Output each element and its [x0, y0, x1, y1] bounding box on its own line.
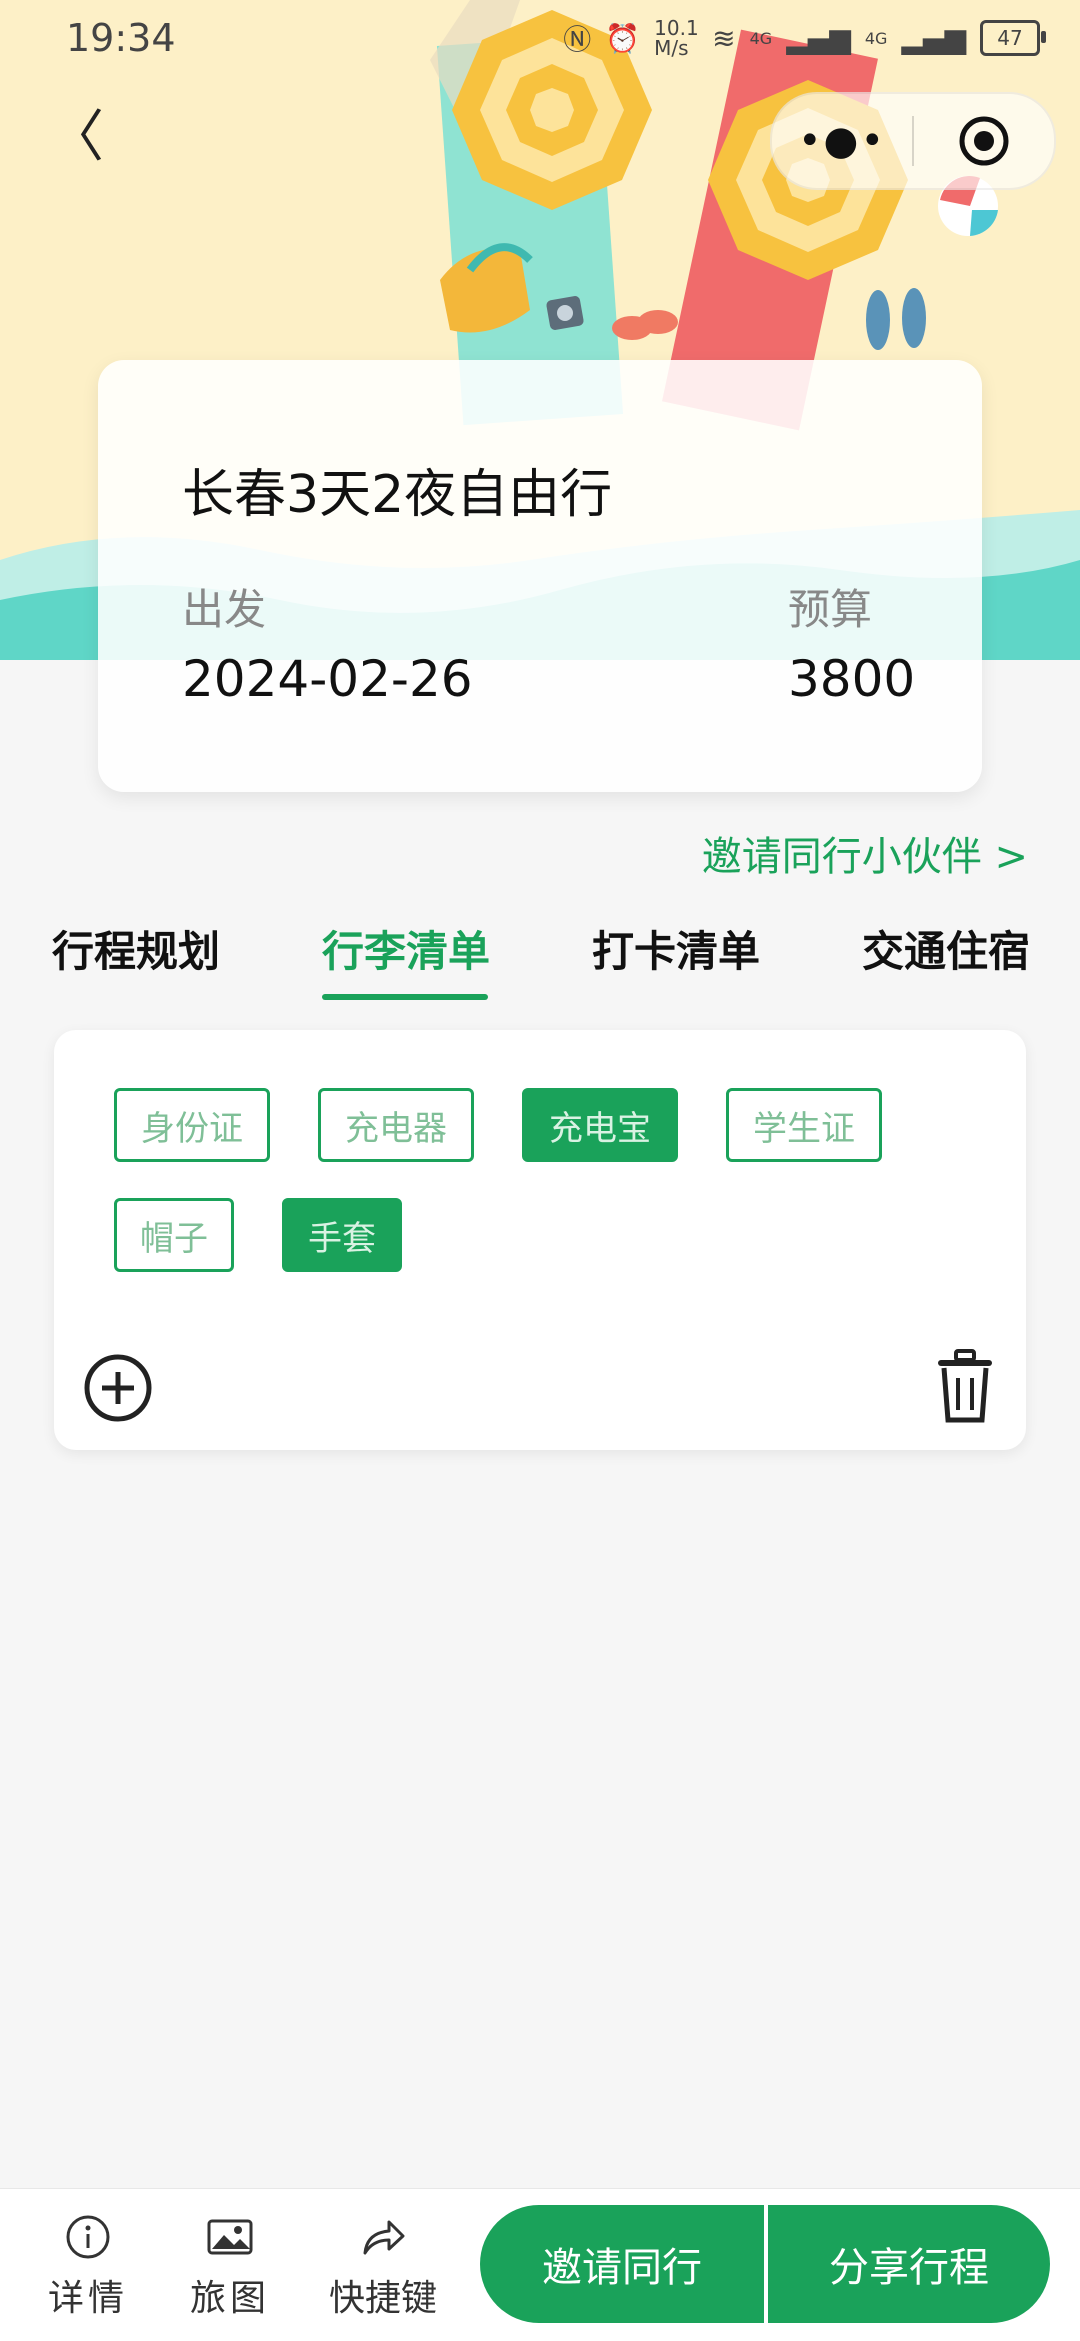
network-type-2: 4G: [864, 28, 888, 48]
tab-checkin[interactable]: 打卡清单: [592, 918, 760, 979]
trip-title: 长春3天2夜自由行: [182, 465, 613, 525]
luggage-list-card: 身份证 充电器 充电宝 学生证 帽子 手套: [54, 1030, 1026, 1450]
tab-transport[interactable]: 交通住宿: [862, 918, 1030, 979]
target-icon: [959, 116, 1009, 166]
tab-bar: 行程规划 行李清单 打卡清单 交通住宿: [0, 918, 1080, 998]
details-button[interactable]: 详情: [28, 2213, 148, 2321]
status-bar: 19:34 Ⓝ ⏰ 10.1 M/s ≋ 4G ▂▄▆ 4G ▂▄▆ 47: [0, 0, 1080, 80]
status-time: 19:34: [66, 16, 176, 60]
add-item-button[interactable]: [82, 1352, 154, 1428]
active-tab-indicator: [322, 994, 488, 1000]
network-type-1: 4G: [749, 28, 773, 48]
share-arrow-icon: [363, 2220, 405, 2255]
bottom-action-bar: 详情 旅图 快捷键 邀请同行 分享行程: [0, 2188, 1080, 2341]
luggage-item[interactable]: 帽子: [114, 1198, 234, 1272]
details-label: 详情: [47, 2278, 128, 2319]
depart-date: 2024-02-26: [182, 650, 473, 708]
more-icon[interactable]: •●•: [772, 118, 912, 164]
tab-luggage[interactable]: 行李清单: [322, 918, 490, 979]
map-label: 旅图: [189, 2278, 270, 2319]
trash-icon: [938, 1349, 992, 1423]
shortcut-button[interactable]: 快捷键: [318, 2213, 448, 2321]
luggage-item[interactable]: 充电器: [318, 1088, 474, 1162]
tab-itinerary[interactable]: 行程规划: [52, 918, 220, 979]
shortcut-label: 快捷键: [328, 2278, 437, 2319]
delete-items-button[interactable]: [934, 1348, 996, 1428]
budget-label: 预算: [788, 585, 873, 634]
luggage-item[interactable]: 学生证: [726, 1088, 882, 1162]
add-circle-icon: [84, 1354, 152, 1422]
image-icon: [207, 2219, 253, 2255]
signal-icon-1: ▂▄▆: [786, 21, 851, 55]
luggage-item[interactable]: 身份证: [114, 1088, 270, 1162]
luggage-item[interactable]: 手套: [282, 1198, 402, 1272]
luggage-item[interactable]: 充电宝: [522, 1088, 678, 1162]
status-icons: Ⓝ ⏰ 10.1 M/s ≋ 4G ▂▄▆ 4G ▂▄▆ 47: [563, 16, 1046, 60]
signal-icon-2: ▂▄▆: [901, 21, 966, 55]
alarm-icon: ⏰: [605, 21, 641, 55]
invite-companion-button[interactable]: 邀请同行: [480, 2205, 764, 2323]
mini-program-capsule: •●•: [770, 92, 1056, 190]
close-target-icon[interactable]: [914, 114, 1054, 168]
map-button[interactable]: 旅图: [170, 2213, 290, 2321]
budget-value: 3800: [788, 650, 916, 708]
network-speed: 10.1 M/s: [654, 16, 699, 60]
share-itinerary-button[interactable]: 分享行程: [768, 2205, 1050, 2323]
invite-partners-link[interactable]: 邀请同行小伙伴 >: [702, 824, 1028, 882]
wifi-icon: ≋: [712, 21, 736, 55]
battery-level: 47: [997, 26, 1023, 50]
info-icon: [66, 2215, 110, 2259]
battery-icon: 47: [980, 20, 1046, 56]
nfc-icon: Ⓝ: [563, 23, 592, 56]
depart-label: 出发: [182, 585, 267, 634]
trip-info-card: 长春3天2夜自由行 出发 预算 2024-02-26 3800: [98, 360, 982, 792]
back-button[interactable]: 〈: [48, 110, 104, 166]
